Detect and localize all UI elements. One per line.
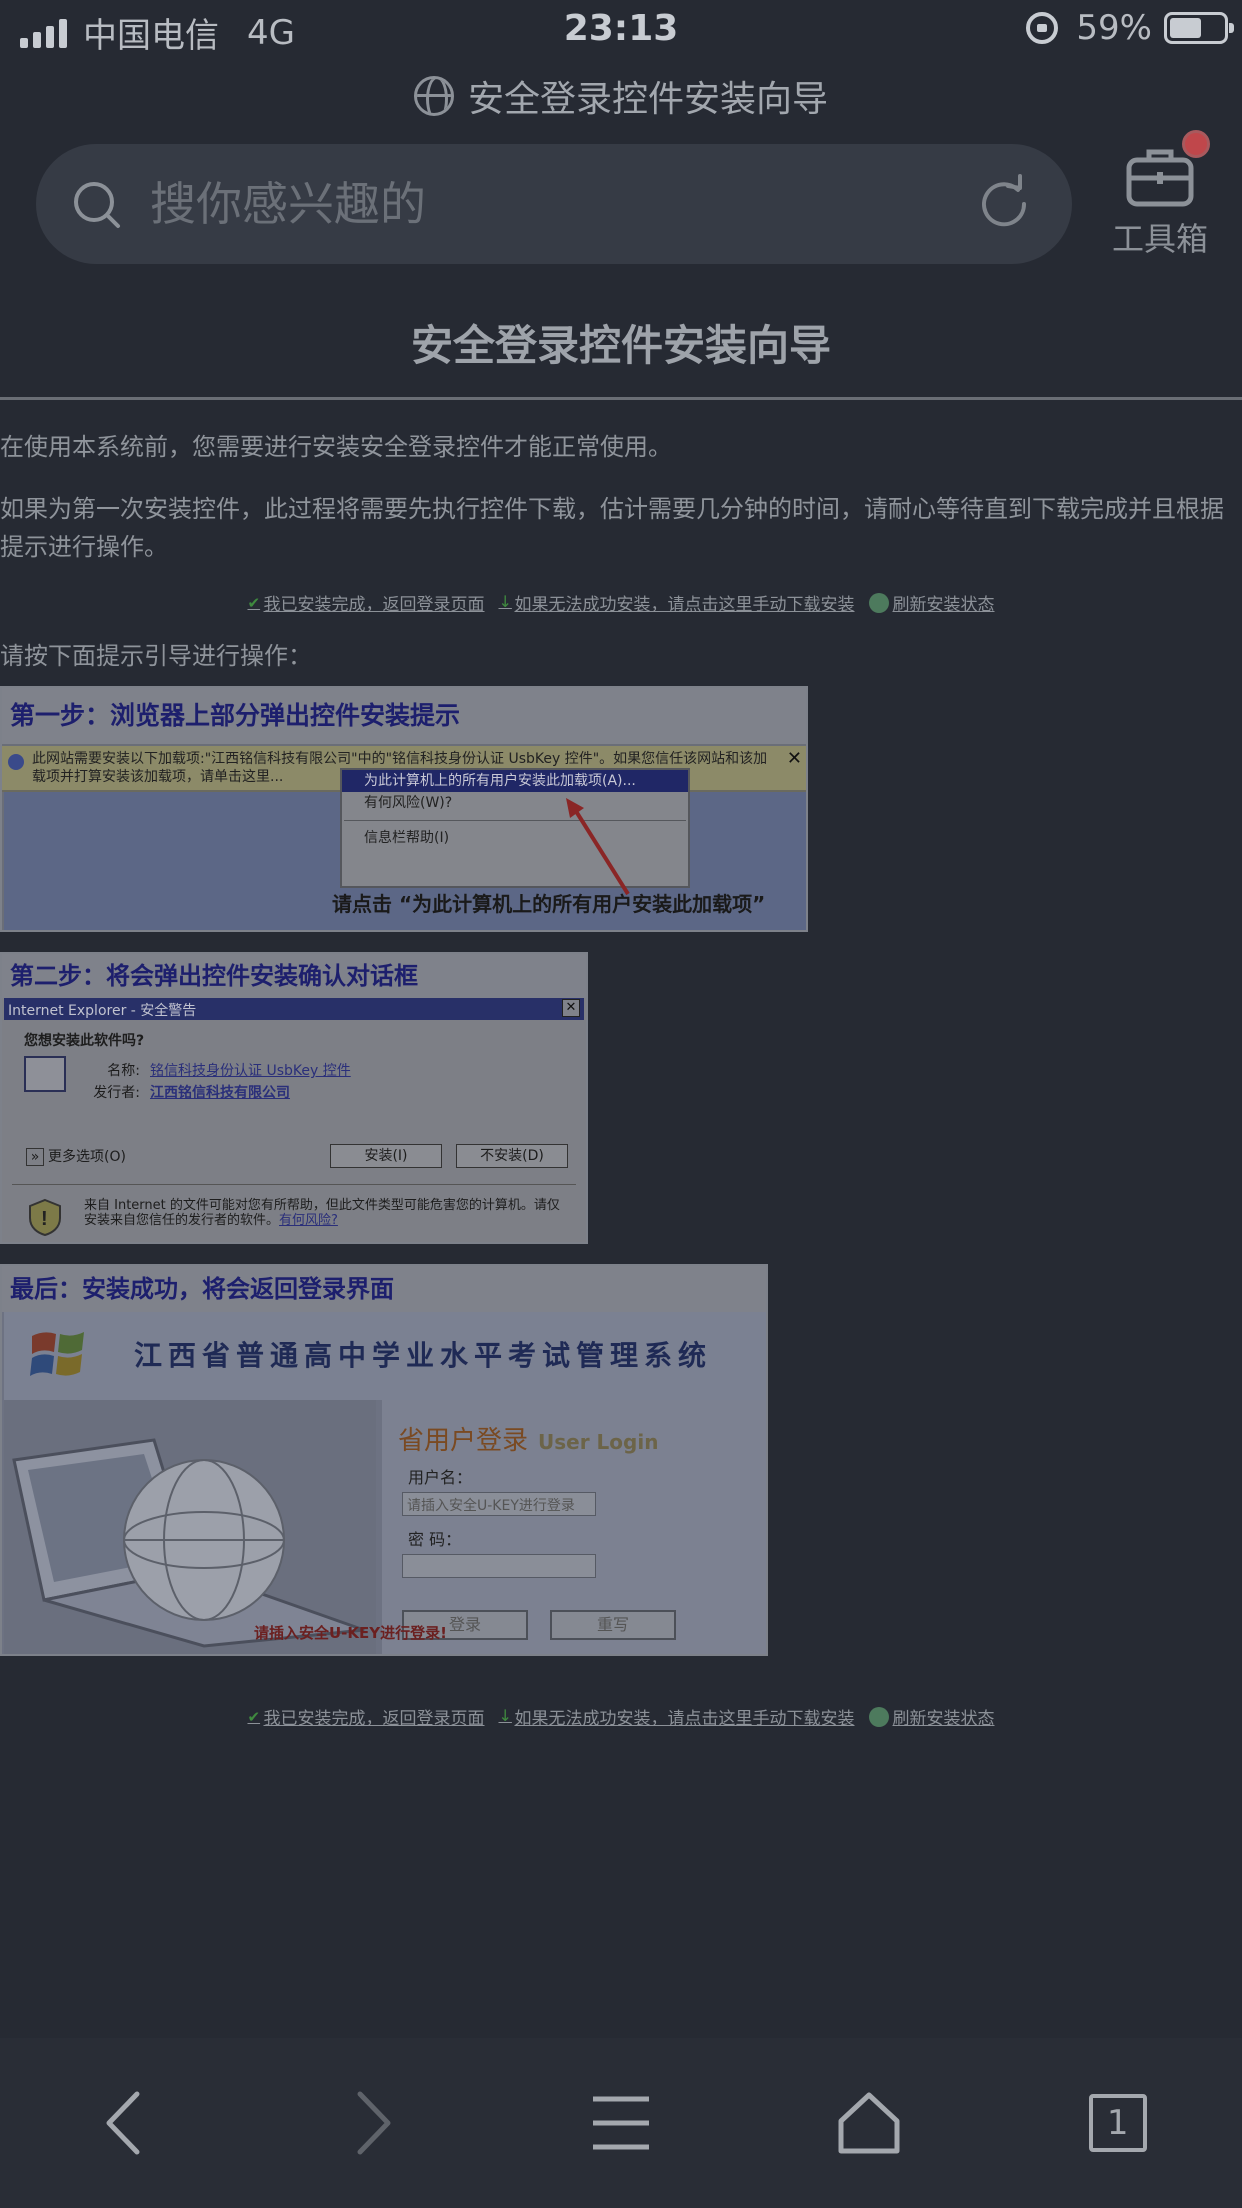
- battery-icon: [1164, 12, 1234, 44]
- page-content: 安全登录控件安装向导 在使用本系统前，您需要进行安装安全登录控件才能正常使用。 …: [0, 300, 1242, 675]
- download-arrow-icon: ↓: [498, 591, 512, 611]
- status-bar: 中国电信 4G 23:13 59%: [0, 0, 1242, 62]
- install-button: 安装(I): [330, 1144, 442, 1168]
- guide-intro: 请按下面提示引导进行操作：: [0, 642, 312, 670]
- step1-heading: 第一步：浏览器上部分弹出控件安装提示: [2, 688, 806, 744]
- browser-page-title: 安全登录控件安装向导: [0, 70, 1242, 122]
- login-title: 省用户登录 User Login: [398, 1426, 659, 1456]
- ukey-warning: 请插入安全U-KEY进行登录!: [254, 1624, 447, 1642]
- home-icon: [838, 2092, 900, 2154]
- toolbox-icon: [1126, 149, 1194, 207]
- rotation-lock-icon: [1026, 12, 1059, 44]
- menu-item-install-all: 为此计算机上的所有用户安装此加载项(A)...: [342, 770, 688, 792]
- forward-button[interactable]: [313, 2063, 433, 2183]
- info-icon: [8, 754, 24, 770]
- step2-screenshot: 第二步：将会弹出控件安装确认对话框 Internet Explorer - 安全…: [0, 952, 588, 1244]
- search-icon: [74, 182, 120, 228]
- application-icon: [24, 1056, 66, 1092]
- password-field: [402, 1554, 596, 1578]
- toolbox-label: 工具箱: [1111, 220, 1208, 258]
- home-button[interactable]: [809, 2063, 929, 2183]
- password-label: 密 码：: [408, 1530, 462, 1549]
- battery-percent: 59%: [1076, 8, 1152, 48]
- notification-badge: [1182, 130, 1210, 158]
- done-return-link-bottom[interactable]: ✔ 我已安装完成，返回登录页面: [248, 1704, 485, 1729]
- intro-paragraph: 在使用本系统前，您需要进行安装安全登录控件才能正常使用。: [0, 433, 672, 461]
- system-name: 江西省普通高中学业水平考试管理系统: [134, 1339, 713, 1372]
- search-bar[interactable]: [36, 144, 1072, 264]
- no-install-button: 不安装(D): [456, 1144, 568, 1168]
- download-arrow-icon: ↓: [498, 1705, 512, 1725]
- windows-logo-icon: [30, 1332, 84, 1376]
- step3-heading: 最后：安装成功，将会返回登录界面: [2, 1266, 766, 1312]
- shield-warning-icon: !: [29, 1198, 61, 1236]
- refresh-status-icon: [868, 1706, 889, 1727]
- close-icon: ✕: [562, 999, 580, 1017]
- username-field: 请插入安全U-KEY进行登录: [402, 1492, 596, 1516]
- red-arrow-icon: [566, 798, 630, 896]
- step1-note: 请点击 “为此计算机上的所有用户安装此加载项”: [332, 892, 766, 916]
- check-icon: ✔: [247, 1707, 261, 1726]
- back-button[interactable]: [64, 2063, 184, 2183]
- check-icon: ✔: [247, 593, 261, 612]
- back-arrow-icon: [106, 2091, 140, 2155]
- install-note-paragraph: 如果为第一次安装控件，此过程将需要先执行控件下载，估计需要几分钟的时间，请耐心等…: [0, 495, 1224, 561]
- svg-text:!: !: [41, 1208, 48, 1230]
- expand-icon: »: [26, 1148, 44, 1166]
- close-icon: ✕: [786, 748, 802, 769]
- security-dialog: 您想安装此软件吗? 名称: 铭信科技身份认证 UsbKey 控件 发行者: 江西铭信…: [4, 1020, 584, 1242]
- login-illustration: [4, 1400, 376, 1654]
- tabs-button[interactable]: 1: [1058, 2063, 1178, 2183]
- manual-download-link-bottom[interactable]: ↓ 如果无法成功安装，请点击这里手动下载安装: [499, 1704, 855, 1729]
- action-links: ✔ 我已安装完成，返回登录页面 ↓ 如果无法成功安装，请点击这里手动下载安装 刷新安…: [0, 590, 1242, 615]
- search-input[interactable]: [150, 172, 970, 236]
- done-return-link[interactable]: ✔ 我已安装完成，返回登录页面: [248, 590, 485, 615]
- step1-screenshot: 第一步：浏览器上部分弹出控件安装提示 此网站需要安装以下加载项:"江西铭信科技有…: [0, 686, 808, 932]
- name-row: 名称: 铭信科技身份认证 UsbKey 控件: [107, 1063, 351, 1079]
- refresh-icon[interactable]: [974, 174, 1034, 234]
- reset-button: 重写: [550, 1610, 676, 1640]
- username-label: 用户名：: [408, 1468, 473, 1487]
- login-header: 江西省普通高中学业水平考试管理系统: [4, 1312, 766, 1400]
- menu-button[interactable]: [561, 2063, 681, 2183]
- dialog-question: 您想安装此软件吗?: [24, 1033, 145, 1049]
- toolbox-button[interactable]: 工具箱: [1100, 130, 1220, 270]
- globe-icon: [413, 76, 454, 116]
- refresh-status-icon: [868, 592, 889, 613]
- browser-bottom-nav: 1: [0, 2038, 1242, 2208]
- manual-download-link[interactable]: ↓ 如果无法成功安装，请点击这里手动下载安装: [499, 590, 855, 615]
- more-options: » 更多选项(O): [26, 1146, 126, 1166]
- tab-count-icon: 1: [1088, 2094, 1147, 2152]
- menu-icon: [592, 2096, 649, 2150]
- step3-screenshot: 最后：安装成功，将会返回登录界面 江西省普通高中学业水平考试管理系统 省用户登录…: [0, 1264, 768, 1656]
- refresh-status-link-bottom[interactable]: 刷新安装状态: [868, 1704, 995, 1729]
- laptop-globe-illustration: [12, 1438, 365, 1648]
- document-title: 安全登录控件安装向导: [0, 300, 1242, 400]
- step2-heading: 第二步：将会弹出控件安装确认对话框: [2, 954, 586, 998]
- dialog-titlebar: Internet Explorer - 安全警告 ✕: [4, 998, 584, 1020]
- publisher-row: 发行者: 江西铭信科技有限公司: [93, 1085, 290, 1101]
- refresh-status-link[interactable]: 刷新安装状态: [868, 590, 995, 615]
- dialog-warning: 来自 Internet 的文件可能对您有所帮助，但此文件类型可能危害您的计算机。…: [84, 1198, 560, 1228]
- forward-arrow-icon: [357, 2091, 391, 2155]
- action-links-bottom: ✔ 我已安装完成，返回登录页面 ↓ 如果无法成功安装，请点击这里手动下载安装 刷新安…: [0, 1704, 1242, 1729]
- page-title-text: 安全登录控件安装向导: [467, 79, 828, 120]
